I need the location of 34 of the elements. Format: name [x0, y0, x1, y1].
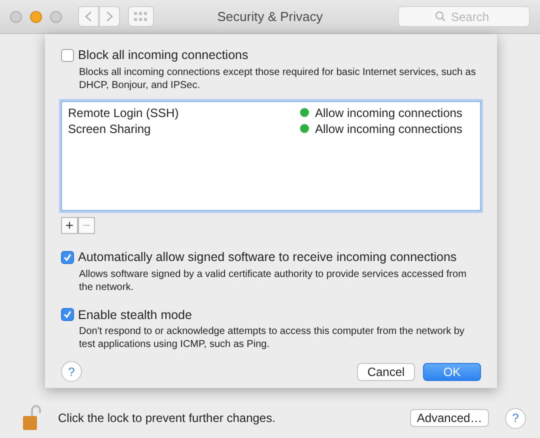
- checkbox[interactable]: [61, 48, 74, 62]
- checkbox[interactable]: [61, 250, 74, 264]
- add-button[interactable]: +: [61, 216, 78, 234]
- grid-icon: [134, 12, 148, 22]
- close-button[interactable]: [10, 10, 22, 22]
- description-text: Allows software signed by a valid certificate authority to provide services accessed from the network.: [79, 268, 468, 294]
- help-button[interactable]: ?: [505, 408, 526, 428]
- app-status: Allow incoming connections: [315, 120, 462, 138]
- chevron-right-icon: [106, 11, 113, 22]
- chevron-left-icon: [85, 11, 92, 22]
- app-status: Allow incoming connections: [315, 104, 462, 122]
- status-dot: [300, 108, 309, 118]
- help-button[interactable]: ?: [61, 361, 82, 382]
- unlocked-padlock-icon: [22, 405, 42, 431]
- back-button[interactable]: [78, 6, 99, 27]
- cancel-button[interactable]: Cancel: [357, 362, 415, 381]
- zoom-button[interactable]: [50, 10, 62, 22]
- minimize-button[interactable]: [30, 10, 42, 22]
- status-dot: [300, 124, 309, 134]
- description-text: Don't respond to or acknowledge attempts to access this computer from the network by test applications using ICMP, such as Ping.: [79, 325, 466, 352]
- search-icon: [435, 11, 446, 22]
- window-title: Security & Privacy: [217, 8, 323, 26]
- app-name[interactable]: Remote Login (SSH): [68, 104, 300, 122]
- lock-hint-text: Click the lock to prevent further changes.: [58, 410, 276, 427]
- forward-button[interactable]: [99, 6, 120, 27]
- checkbox-label: Block all incoming connections: [78, 47, 248, 64]
- checkbox-label: Enable stealth mode: [78, 306, 192, 324]
- app-name[interactable]: Screen Sharing: [68, 120, 300, 138]
- checkbox[interactable]: [61, 308, 74, 322]
- advanced-button[interactable]: Advanced…: [410, 409, 489, 427]
- checkbox-label: Automatically allow signed software to receive incoming connections: [78, 248, 457, 266]
- show-all-button[interactable]: [128, 6, 154, 27]
- description-text: Blocks all incoming connections except those required for basic Internet services, such as DHCP, Bonjour, and IPSec.: [79, 66, 477, 92]
- search-field[interactable]: Search: [398, 6, 530, 27]
